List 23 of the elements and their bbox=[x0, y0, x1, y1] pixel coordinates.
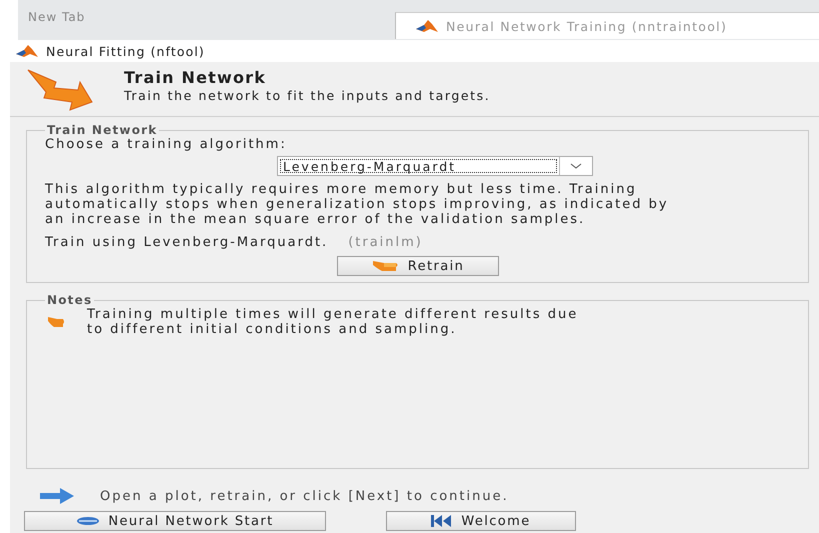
pointing-hand-icon bbox=[47, 316, 65, 328]
group-label: Notes bbox=[46, 293, 94, 307]
algorithm-description: This algorithm typically requires more memory but less time. Training automatically stops when generalization stops improving, as indicated by an increase in the mean square error of the validation samples. bbox=[45, 182, 670, 227]
notes-text: Training multiple times will generate different results due to different initial conditions and sampling. bbox=[87, 307, 578, 337]
skip-back-icon bbox=[431, 515, 454, 527]
peak-logo-icon bbox=[16, 44, 38, 58]
right-arrow-icon bbox=[40, 488, 74, 504]
page-subtitle: Train the network to fit the inputs and targets. bbox=[124, 88, 490, 103]
function-name: (trainlm) bbox=[348, 235, 423, 250]
welcome-button[interactable]: Welcome bbox=[386, 511, 576, 531]
page-heading: Train Network bbox=[124, 68, 268, 87]
retrain-button[interactable]: Retrain bbox=[337, 256, 499, 276]
ellipse-icon bbox=[76, 516, 100, 526]
window-title: Neural Fitting (nftool) bbox=[46, 44, 205, 58]
lightning-arrow-icon bbox=[26, 68, 94, 112]
prompt-label: Choose a training algorithm: bbox=[45, 137, 288, 152]
pointing-hand-icon bbox=[372, 259, 400, 273]
algorithm-dropdown[interactable]: Levenberg-Marquardt bbox=[277, 156, 593, 176]
hint-text: Open a plot, retrain, or click [Next] to continue. bbox=[100, 488, 509, 504]
start-button[interactable]: Neural Network Start bbox=[24, 511, 326, 531]
peak-logo-icon bbox=[416, 19, 438, 33]
training-function-label: Train using Levenberg-Marquardt. bbox=[45, 235, 328, 250]
group-label: Train Network bbox=[46, 123, 158, 137]
